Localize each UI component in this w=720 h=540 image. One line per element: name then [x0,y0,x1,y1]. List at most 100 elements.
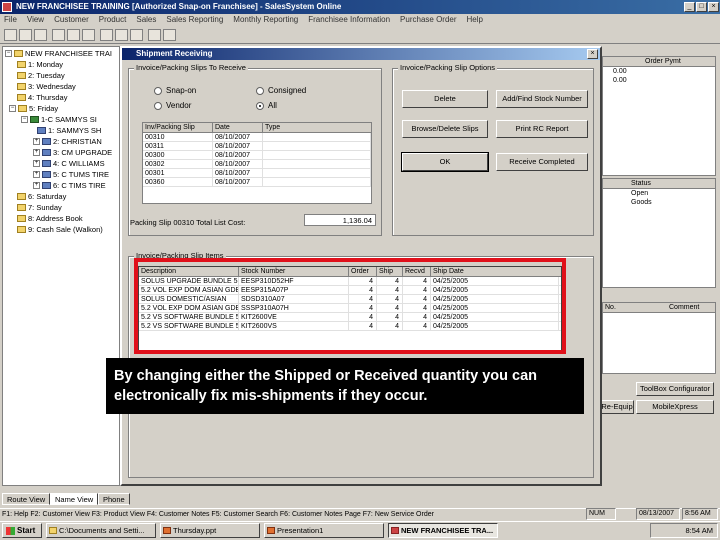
folder-icon [17,61,26,68]
expand-icon[interactable]: + [33,149,40,156]
toolbar-icon[interactable] [34,29,47,41]
tree-item[interactable]: −1-C SAMMYS SI [21,115,97,124]
tab-phone[interactable]: Phone [98,493,130,505]
customer-icon [42,160,51,167]
highlight-box [134,258,566,354]
order-value: 0.00 [613,77,627,84]
expand-icon[interactable]: + [33,182,40,189]
toolbar-icon[interactable] [100,29,113,41]
collapse-icon[interactable]: − [5,50,12,57]
tab-name-view[interactable]: Name View [50,493,99,505]
tree-item[interactable]: −5: Friday [9,104,58,113]
tree-root[interactable]: − NEW FRANCHISEE TRAI [5,49,112,58]
menu-purchase-order[interactable]: Purchase Order [400,14,456,26]
menu-help[interactable]: Help [467,14,483,26]
tree-item[interactable]: +3: CM UPGRADE [33,148,112,157]
taskbar-item[interactable]: C:\Documents and Setti... [46,523,156,538]
browse-delete-slips-button[interactable]: Browse/Delete Slips [402,120,488,138]
menu-product[interactable]: Product [99,14,127,26]
toolbar-icon[interactable] [19,29,32,41]
tree-item[interactable]: 3: Wednesday [17,82,76,91]
radio-snap-on[interactable]: Snap-on [154,86,196,95]
column-header[interactable]: Date [213,123,263,132]
toolbar-icon[interactable] [115,29,128,41]
toolbar-icon[interactable] [163,29,176,41]
folder-icon [14,50,23,57]
table-row[interactable]: 00310 08/10/2007 [143,133,371,142]
status-grid[interactable]: Status Open Goods [602,178,716,288]
start-button[interactable]: Start [2,523,42,538]
tree-item[interactable]: 8: Address Book [17,214,83,223]
toolbar-icon[interactable] [67,29,80,41]
taskbar-item-active[interactable]: NEW FRANCHISEE TRA... [388,523,498,538]
tree-item[interactable]: +2: CHRISTIAN [33,137,102,146]
table-row[interactable]: 00302 08/10/2007 [143,160,371,169]
menu-sales-reporting[interactable]: Sales Reporting [166,14,223,26]
toolbar-icon[interactable] [130,29,143,41]
status-value: Goods [631,199,652,206]
app-icon [391,527,399,534]
tree-item[interactable]: +6: C TIMS TIRE [33,181,106,190]
tree-item[interactable]: 4: Thursday [17,93,67,102]
column-header[interactable]: Type [263,123,371,132]
close-button[interactable]: × [708,2,719,12]
expand-icon[interactable]: + [33,171,40,178]
toolbox-configurator-button[interactable]: ToolBox Configurator [636,382,714,396]
packing-slips-grid[interactable]: Inv/Packing Slip Date Type 00310 08/10/20… [142,122,372,204]
dialog-close-button[interactable]: × [587,49,598,59]
ok-button[interactable]: OK [401,152,489,172]
expand-icon[interactable]: + [33,160,40,167]
receive-completed-button[interactable]: Receive Completed [496,153,588,171]
radio-dot[interactable] [154,86,162,95]
menu-monthly-reporting[interactable]: Monthly Reporting [233,14,298,26]
radio-dot[interactable] [154,101,162,110]
minimize-button[interactable]: _ [684,2,695,12]
radio-dot[interactable] [256,86,264,95]
comment-grid[interactable]: No. Comment [602,302,716,374]
collapse-icon[interactable]: − [21,116,28,123]
tree-item[interactable]: 1: SAMMYS SH [37,126,101,135]
radio-consigned[interactable]: Consigned [256,86,306,95]
menu-sales[interactable]: Sales [136,14,156,26]
customer-icon [42,138,51,145]
mobilexpress-button[interactable]: MobileXpress [636,400,714,414]
table-row[interactable]: 00360 08/10/2007 [143,178,371,187]
toolbar-icon[interactable] [82,29,95,41]
radio-vendor[interactable]: Vendor [154,101,191,110]
re-equip-button[interactable]: Re-Equip [600,400,634,414]
menu-file[interactable]: File [4,14,17,26]
tree-item[interactable]: +4: C WILLIAMS [33,159,105,168]
maximize-button[interactable]: □ [696,2,707,12]
toolbar-icon[interactable] [148,29,161,41]
print-rc-report-button[interactable]: Print RC Report [496,120,588,138]
add-find-stock-number-button[interactable]: Add/Find Stock Number [496,90,588,108]
order-grid[interactable]: Order Pymt 0.00 0.00 [602,56,716,176]
tree-item[interactable]: 6: Saturday [17,192,66,201]
function-key-hints: F1: Help F2: Customer View F3: Product V… [2,511,434,518]
folder-icon [17,226,26,233]
expand-icon[interactable]: + [33,138,40,145]
toolbar-icon[interactable] [52,29,65,41]
column-header[interactable]: Inv/Packing Slip [143,123,213,132]
delete-button[interactable]: Delete [402,90,488,108]
status-time: 8:56 AM [682,508,718,520]
radio-all[interactable]: All [256,101,277,110]
tree-item[interactable]: 1: Monday [17,60,63,69]
tree-item[interactable]: 7: Sunday [17,203,62,212]
collapse-icon[interactable]: − [9,105,16,112]
toolbar-icon[interactable] [4,29,17,41]
order-value: 0.00 [613,68,627,75]
tree-item[interactable]: 2: Tuesday [17,71,65,80]
menu-franchisee-information[interactable]: Franchisee Information [308,14,390,26]
tab-route-view[interactable]: Route View [2,493,51,505]
menu-customer[interactable]: Customer [54,14,89,26]
radio-dot-selected[interactable] [256,101,264,110]
tree-item[interactable]: 9: Cash Sale (Walkon) [17,225,103,234]
menu-view[interactable]: View [27,14,44,26]
taskbar-item[interactable]: Presentation1 [264,523,384,538]
table-row[interactable]: 00300 08/10/2007 [143,151,371,160]
taskbar-item[interactable]: Thursday.ppt [160,523,260,538]
table-row[interactable]: 00301 08/10/2007 [143,169,371,178]
table-row[interactable]: 00311 08/10/2007 [143,142,371,151]
tree-item[interactable]: +5: C TUMS TIRE [33,170,109,179]
